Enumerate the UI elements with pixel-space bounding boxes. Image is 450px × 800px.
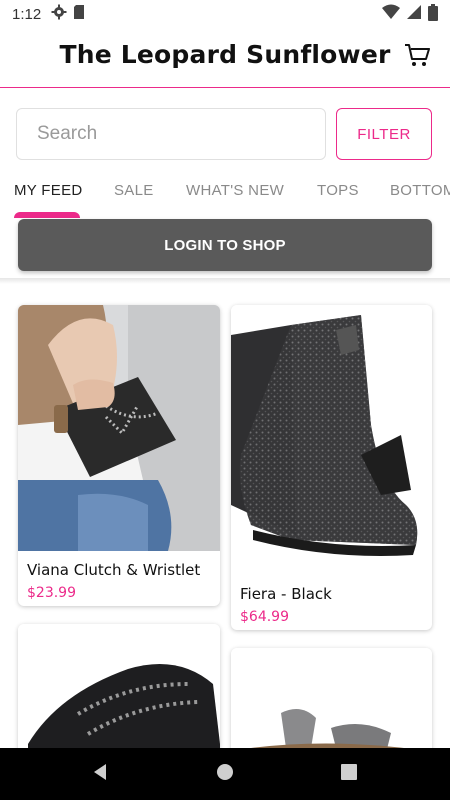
sim-card-icon (73, 4, 85, 24)
search-row: FILTER (0, 108, 450, 160)
app-header: The Leopard Sunflower (0, 28, 450, 88)
cart-button[interactable] (402, 42, 432, 72)
home-icon (216, 763, 234, 786)
product-price: $23.99 (27, 585, 76, 601)
category-tabs: MY FEED SALE WHAT'S NEW TOPS BOTTOM (0, 172, 450, 218)
active-tab-indicator (14, 212, 80, 218)
product-image (231, 305, 432, 575)
home-button[interactable] (213, 762, 237, 786)
product-name: Fiera - Black (240, 585, 332, 603)
app-title: The Leopard Sunflower (59, 40, 391, 69)
recents-button[interactable] (337, 762, 361, 786)
back-icon (91, 763, 109, 786)
tab-my-feed[interactable]: MY FEED (14, 182, 83, 199)
back-button[interactable] (88, 762, 112, 786)
tab-whats-new[interactable]: WHAT'S NEW (186, 182, 284, 199)
search-input[interactable] (16, 108, 326, 160)
signal-icon (406, 4, 422, 24)
product-image (18, 305, 220, 551)
product-card[interactable]: Fiera - Black $64.99 (231, 305, 432, 630)
settings-icon (51, 4, 67, 24)
divider (0, 278, 450, 284)
wifi-icon (382, 4, 400, 24)
product-price: $64.99 (240, 609, 289, 625)
tab-tops[interactable]: TOPS (317, 182, 359, 199)
tab-bottoms[interactable]: BOTTOM (390, 182, 450, 199)
system-nav-bar (0, 748, 450, 800)
product-name: Viana Clutch & Wristlet (27, 561, 201, 579)
status-bar: 1:12 (0, 0, 450, 28)
tab-sale[interactable]: SALE (114, 182, 154, 199)
product-card[interactable]: Viana Clutch & Wristlet $23.99 (18, 305, 220, 606)
filter-button[interactable]: FILTER (336, 108, 432, 160)
recents-icon (341, 763, 357, 785)
status-time: 1:12 (12, 5, 42, 23)
cart-icon (404, 43, 430, 72)
login-to-shop-button[interactable]: LOGIN TO SHOP (18, 219, 432, 271)
battery-icon (428, 3, 438, 25)
